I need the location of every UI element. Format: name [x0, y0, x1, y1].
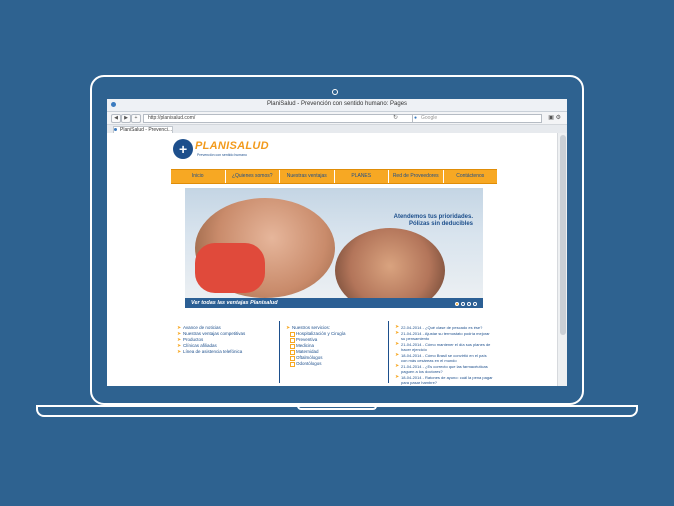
arrow-icon: ➤: [395, 363, 400, 369]
carousel-dot[interactable]: [455, 302, 459, 306]
cross-icon: +: [179, 141, 188, 157]
arrow-icon: ➤: [395, 330, 400, 336]
arrow-icon: ➤: [177, 349, 182, 355]
laptop-notch: [297, 405, 377, 410]
hero-caption-link[interactable]: Ver todas las ventajas Planisalud: [191, 300, 278, 306]
arrow-icon: ➤: [395, 374, 400, 380]
address-bar[interactable]: http://planisalud.com/: [143, 114, 413, 123]
nav-item-quienes-somos[interactable]: ¿Quienes somos?: [226, 170, 280, 183]
web-page: + PLANISALUD Prevención con sentido huma…: [107, 133, 558, 386]
list-item[interactable]: ➤ Línea de asistencia telefónica: [177, 349, 275, 355]
carousel-dot[interactable]: [461, 302, 465, 306]
logo-wordmark: PLANISALUD: [195, 140, 269, 152]
list-item[interactable]: Odontólogos: [286, 361, 384, 367]
scrollbar-thumb[interactable]: [560, 135, 566, 335]
news-column: ➤ 22-04-2014 - ¿Qué clase de pescado es é…: [389, 321, 497, 386]
search-icon: ●: [414, 115, 418, 121]
forward-button[interactable]: ▶: [121, 114, 131, 123]
settings-icon[interactable]: ▣ ⚙: [548, 114, 561, 122]
news-item[interactable]: ➤ 22-04-2014 - ¿Qué clase de pescado es é…: [395, 325, 493, 331]
news-item[interactable]: ➤ 18-04-2014 - Cómo Brasil se convirtió e…: [395, 352, 493, 364]
footer-columns: ➤ Avance de noticias ➤ Nuestras ventajas c…: [171, 321, 497, 386]
home-button[interactable]: +: [131, 114, 141, 123]
news-item[interactable]: ➤ 18-04-2014 - Ratones de ayuno: cuál la …: [395, 374, 493, 386]
camera-icon: [332, 89, 338, 95]
hero-headline: Atendemos tus prioridades. Pólizas sin d…: [394, 214, 473, 228]
main-nav: Inicio ¿Quienes somos? Nuestras ventajas…: [171, 169, 497, 184]
nav-item-inicio[interactable]: Inicio: [171, 170, 226, 183]
back-button[interactable]: ◀: [111, 114, 121, 123]
hero-headline-line2: Pólizas sin deducibles: [408, 221, 473, 227]
nav-item-proveedores[interactable]: Red de Proveedores: [389, 170, 444, 183]
carousel-dot[interactable]: [467, 302, 471, 306]
browser-window: PlaniSalud - Prevención con sentido huma…: [107, 99, 567, 386]
carousel-dot[interactable]: [473, 302, 477, 306]
nav-item-contacto[interactable]: Contáctenos: [444, 170, 498, 183]
arrow-icon: ➤: [395, 341, 400, 347]
window-title: PlaniSalud - Prevención con sentido huma…: [266, 101, 408, 107]
news-item[interactable]: ➤ 21-04-2014 - Cómo mantener el día sus p…: [395, 341, 493, 353]
nav-item-planes[interactable]: PLANES: [335, 170, 389, 183]
arrow-icon: ➤: [395, 352, 400, 358]
news-item[interactable]: ➤ 21-04-2014 - Ajustar su termostato podr…: [395, 330, 493, 342]
search-input[interactable]: Google: [412, 114, 542, 123]
hero-photo-man: [335, 228, 445, 308]
news-item[interactable]: ➤ 21-04-2014 - ¿Es correcto que las farma…: [395, 363, 493, 375]
links-column: ➤ Avance de noticias ➤ Nuestras ventajas c…: [171, 321, 280, 383]
hero-photo-child: [195, 243, 265, 293]
favicon-icon: [114, 128, 117, 131]
logo-tagline: Prevención con sentido humano: [197, 153, 248, 157]
reload-icon[interactable]: ↻: [393, 114, 398, 122]
title-bar: PlaniSalud - Prevención con sentido huma…: [107, 99, 567, 112]
bullet-icon: [290, 362, 295, 367]
browser-toolbar: ◀ ▶ + http://planisalud.com/ ↻ Google ● …: [107, 112, 567, 125]
hero-headline-line1: Atendemos tus prioridades.: [393, 214, 473, 220]
carousel-dots: [455, 302, 477, 306]
hero-banner[interactable]: Atendemos tus prioridades. Pólizas sin d…: [185, 188, 483, 308]
site-logo[interactable]: + PLANISALUD Prevención con sentido huma…: [173, 139, 273, 161]
nav-item-ventajas[interactable]: Nuestras ventajas: [280, 170, 335, 183]
services-column: ➤ Nuestros servicios: Hospitalización y C…: [280, 321, 389, 383]
